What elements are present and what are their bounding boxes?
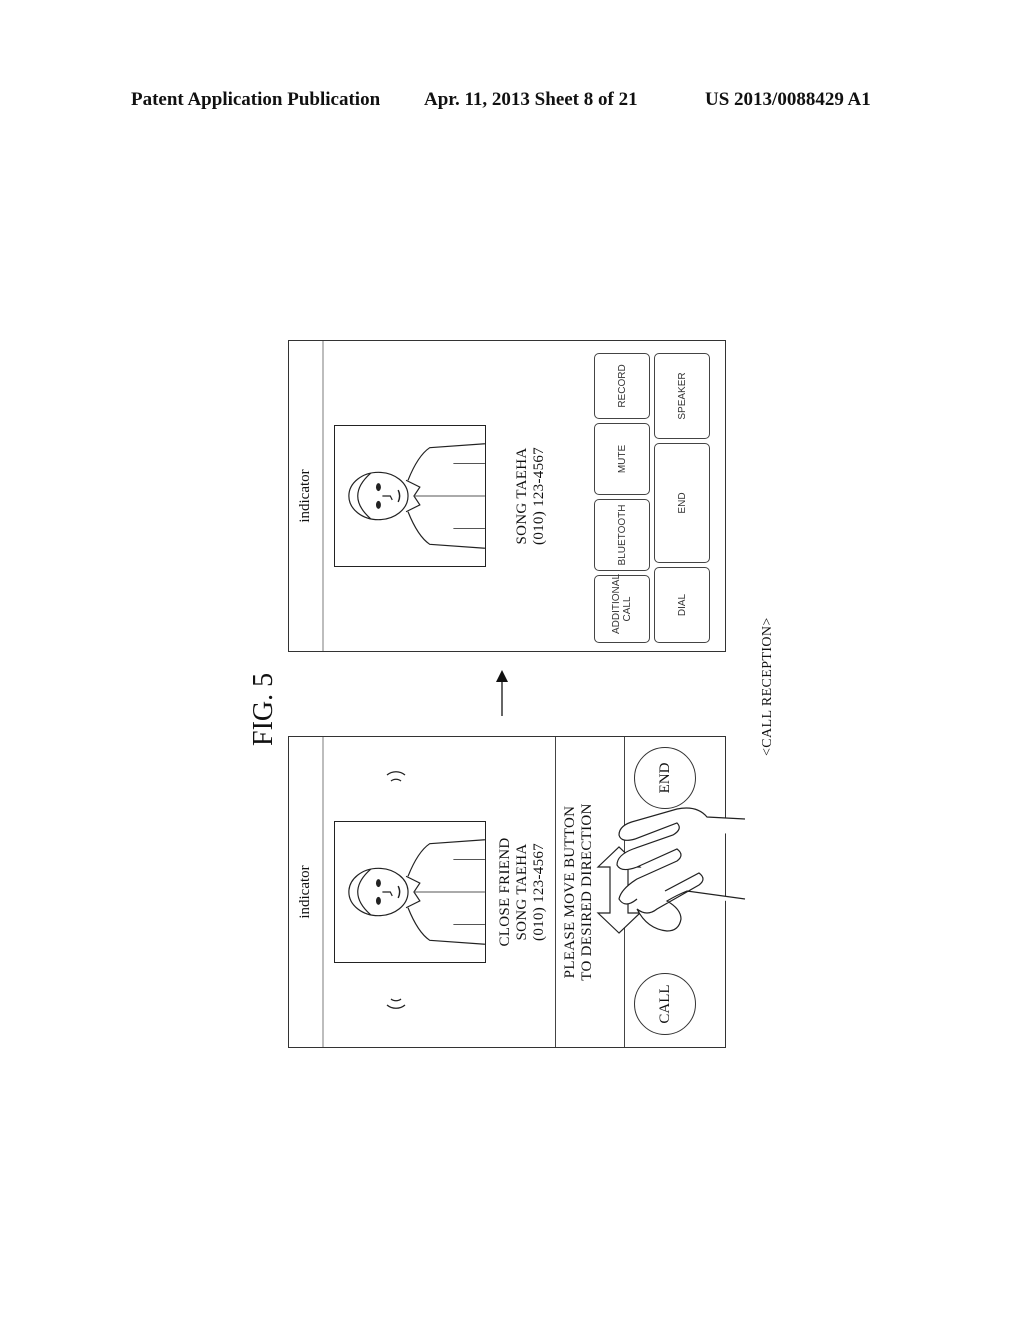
record-button[interactable]: RECORD xyxy=(594,353,650,419)
section-divider xyxy=(555,737,556,1047)
person-portrait-icon xyxy=(348,839,485,945)
call-button[interactable]: CALL xyxy=(634,973,696,1035)
indicator-bar: indicator xyxy=(289,737,324,1047)
caller-name: SONG TAEHA xyxy=(514,843,530,941)
ringing-wave-icon xyxy=(386,771,406,782)
indicator-bar: indicator xyxy=(289,341,324,651)
figure-label: FIG. 5 xyxy=(248,672,279,746)
incoming-call-screen: indicator CLOSE FRIEND SONG TAEHA (010) … xyxy=(288,736,746,1048)
caller-photo xyxy=(334,821,486,963)
indicator-label: indicator xyxy=(297,865,313,919)
ringing-wave-icon xyxy=(386,998,406,1009)
instruction-line-2: TO DESIRED DIRECTION xyxy=(579,803,595,981)
figure-caption: <CALL RECEPTION> xyxy=(760,617,775,756)
in-call-screen: indicator SONG TAEHA (010) 123-4567 ADDI… xyxy=(288,340,726,652)
caller-photo xyxy=(334,425,486,567)
speaker-button[interactable]: SPEAKER xyxy=(654,353,710,439)
header-publication-type: Patent Application Publication xyxy=(131,89,381,110)
caller-name: SONG TAEHA xyxy=(514,447,530,545)
arrow-right-icon xyxy=(496,670,508,716)
bluetooth-button[interactable]: BLUETOOTH xyxy=(594,499,650,571)
hand-icon xyxy=(616,807,746,932)
header-patent-number: US 2013/0088429 A1 xyxy=(705,89,871,110)
indicator-label: indicator xyxy=(297,469,313,523)
dial-button[interactable]: DIAL xyxy=(654,567,710,643)
instruction-line-1: PLEASE MOVE BUTTON xyxy=(562,805,578,979)
caller-number: (010) 123-4567 xyxy=(531,843,547,941)
caller-group: CLOSE FRIEND xyxy=(497,837,513,947)
additional-call-button[interactable]: ADDITIONAL CALL xyxy=(594,574,650,643)
person-portrait-icon xyxy=(348,443,485,549)
mute-button[interactable]: MUTE xyxy=(594,423,650,495)
end-call-button[interactable]: END xyxy=(654,443,710,563)
caller-number: (010) 123-4567 xyxy=(531,447,547,545)
header-date-sheet: Apr. 11, 2013 Sheet 8 of 21 xyxy=(424,89,638,110)
figure-5: indicator CLOSE FRIEND SONG TAEHA (010) … xyxy=(240,330,790,1090)
